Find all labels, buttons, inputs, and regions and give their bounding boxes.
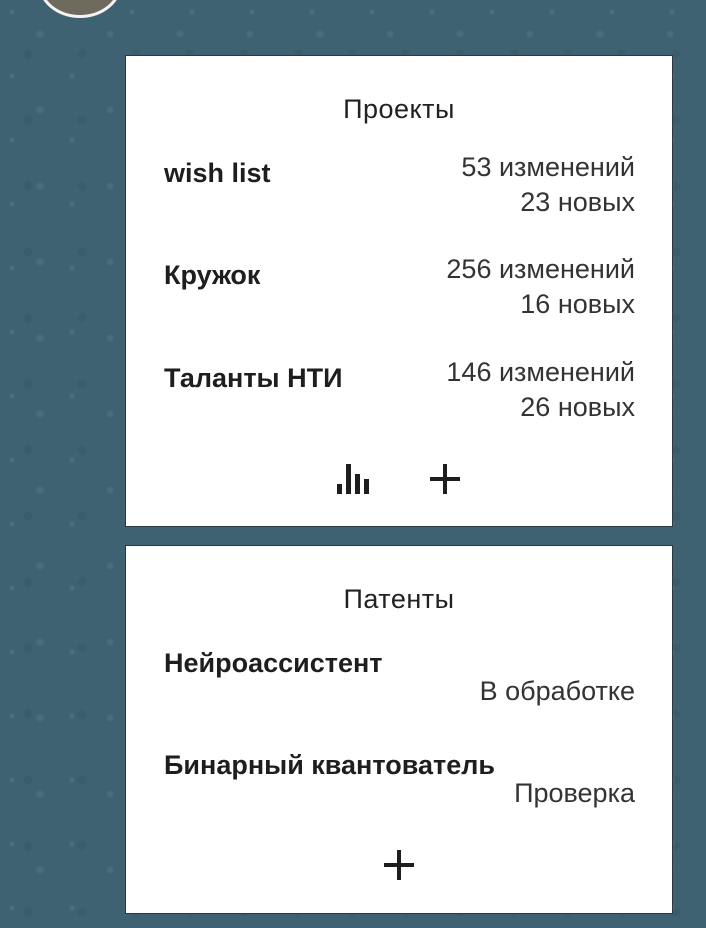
project-new: 26 новых [520, 392, 635, 422]
project-changes: 53 изменений [461, 152, 635, 182]
project-changes: 256 изменений [446, 254, 635, 284]
project-stats: 146 изменений 26 новых [446, 355, 635, 425]
plus-icon [384, 850, 414, 880]
projects-title: Проекты [343, 94, 455, 124]
add-project-button[interactable] [428, 462, 462, 501]
patents-title: Патенты [343, 584, 455, 614]
project-row[interactable]: Таланты НТИ 146 изменений 26 новых [164, 357, 635, 443]
patents-card: Патенты Нейроассистент В обработке Бинар… [125, 545, 673, 914]
avatar[interactable] [38, 0, 122, 18]
bar-chart-icon[interactable] [336, 462, 372, 501]
projects-card: Проекты wish list 53 изменений 23 новых … [125, 55, 673, 527]
project-new: 16 новых [520, 289, 635, 319]
project-row[interactable]: Кружок 256 изменений 16 новых [164, 254, 635, 340]
project-changes: 146 изменений [446, 357, 635, 387]
patent-row[interactable]: Нейроассистент В обработке [164, 648, 635, 728]
patent-row[interactable]: Бинарный квантователь Проверка [164, 750, 635, 830]
patent-name: Нейроассистент [164, 648, 383, 678]
patent-status: В обработке [479, 676, 635, 706]
patent-status: Проверка [514, 778, 635, 808]
project-name: wish list [164, 158, 271, 188]
patent-name: Бинарный квантователь [164, 750, 495, 780]
project-stats: 53 изменений 23 новых [461, 150, 635, 220]
project-stats: 256 изменений 16 новых [446, 252, 635, 322]
plus-icon [430, 464, 460, 494]
project-name: Таланты НТИ [164, 363, 343, 393]
project-row[interactable]: wish list 53 изменений 23 новых [164, 152, 635, 238]
project-new: 23 новых [520, 187, 635, 217]
add-patent-button[interactable] [382, 848, 416, 887]
project-name: Кружок [164, 260, 261, 290]
